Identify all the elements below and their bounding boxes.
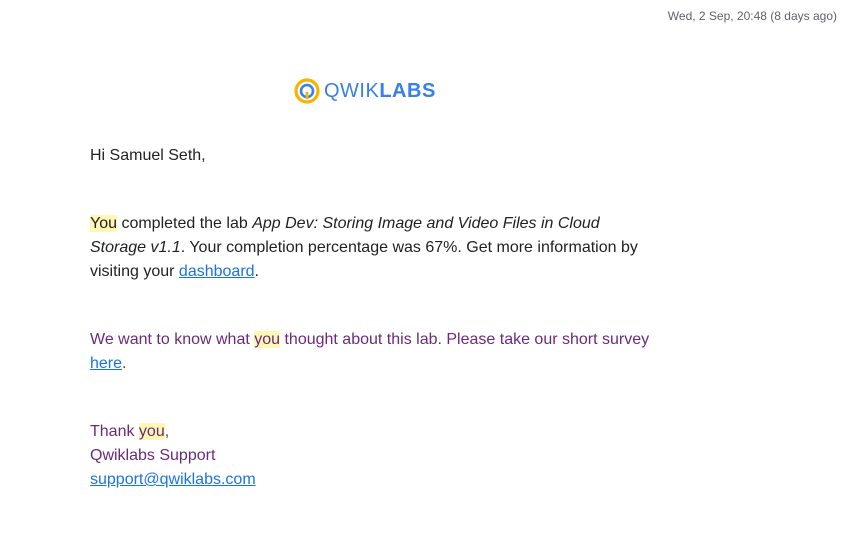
you-highlight: you (138, 423, 165, 440)
email-greeting: Hi Samuel Seth, (90, 147, 206, 164)
logo-wordmark: QWIKLABS (324, 81, 436, 101)
completion-end: . (254, 263, 259, 280)
signoff-team: Qwiklabs Support (90, 447, 216, 464)
logo-wordmark-qwik: QWIK (324, 80, 380, 102)
signoff-comma: , (164, 423, 170, 440)
email-timestamp: Wed, 2 Sep, 20:48 (8 days ago) (667, 9, 837, 23)
completion-text-1: completed the lab (117, 215, 253, 232)
survey-end: . (122, 355, 127, 372)
signoff-block: Thank you, Qwiklabs Support support@qwik… (90, 420, 650, 492)
logo-wordmark-labs: LABS (379, 80, 436, 102)
completion-paragraph: You completed the lab App Dev: Storing I… (90, 212, 650, 284)
survey-paragraph: We want to know what you thought about t… (90, 328, 650, 376)
survey-text-2: thought about this lab. Please take our … (280, 331, 650, 348)
signoff-thank-line: Thank you, (90, 420, 650, 444)
you-highlight: you (254, 331, 281, 348)
signoff-thank: Thank (90, 423, 139, 440)
dashboard-link[interactable]: dashboard (179, 263, 255, 280)
support-email-link[interactable]: support@qwiklabs.com (90, 468, 650, 492)
survey-text-1: We want to know what (90, 331, 255, 348)
survey-here-link[interactable]: here (90, 355, 122, 372)
qwiklabs-logo: QWIKLABS (294, 76, 436, 106)
you-highlight: You (90, 215, 117, 232)
qwiklabs-logo-icon (294, 78, 320, 104)
